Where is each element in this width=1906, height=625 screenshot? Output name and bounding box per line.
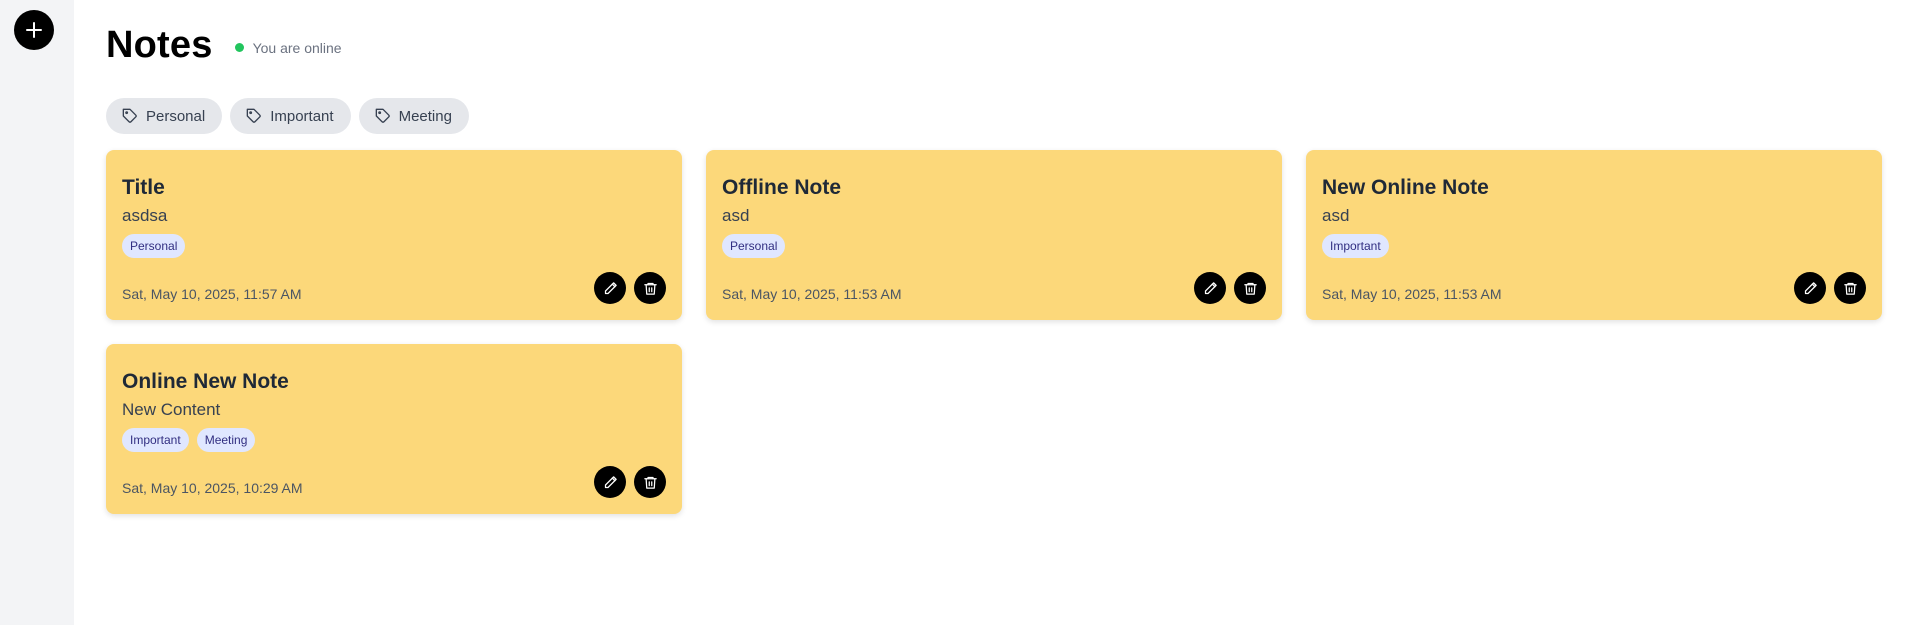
trash-icon — [643, 282, 657, 295]
filter-chip-label: Meeting — [398, 107, 452, 125]
filter-chip-important[interactable]: Important — [230, 98, 351, 134]
filter-chip-label: Personal — [146, 107, 206, 125]
edit-note-button[interactable] — [1794, 272, 1826, 304]
online-status: You are online — [234, 39, 342, 56]
note-content: asdsa — [122, 206, 168, 225]
pencil-icon — [1204, 281, 1217, 294]
note-card[interactable]: Title asdsa Personal Sat, May 10, 2025, … — [106, 150, 682, 320]
note-title: New Online Note — [1322, 176, 1489, 199]
note-title: Title — [122, 176, 165, 199]
main-content: Notes You are online Personal Important … — [74, 0, 1906, 625]
tag-filters: Personal Important Meeting — [106, 98, 469, 134]
note-tag: Important — [1322, 234, 1389, 258]
filter-chip-label: Important — [270, 107, 334, 125]
note-date: Sat, May 10, 2025, 11:53 AM — [1322, 286, 1502, 302]
status-text: You are online — [252, 39, 342, 56]
note-content: New Content — [122, 400, 221, 419]
note-card[interactable]: Online New Note New Content Important Me… — [106, 344, 682, 514]
note-card[interactable]: Offline Note asd Personal Sat, May 10, 2… — [706, 150, 1282, 320]
note-actions — [1194, 272, 1266, 304]
page-title: Notes — [106, 24, 213, 66]
pencil-icon — [604, 475, 617, 488]
note-tag: Meeting — [196, 428, 256, 452]
status-dot-icon — [234, 43, 244, 52]
note-tag: Personal — [122, 234, 186, 258]
note-date: Sat, May 10, 2025, 10:29 AM — [122, 480, 303, 496]
note-content: asd — [722, 206, 750, 225]
trash-icon — [1843, 282, 1857, 295]
delete-note-button[interactable] — [1234, 272, 1266, 304]
note-tags: Important — [1322, 234, 1866, 258]
note-title: Online New Note — [122, 370, 289, 393]
edit-note-button[interactable] — [1194, 272, 1226, 304]
edit-note-button[interactable] — [594, 272, 626, 304]
note-actions — [1794, 272, 1866, 304]
trash-icon — [643, 476, 657, 489]
sidebar — [0, 0, 74, 625]
pencil-icon — [604, 281, 617, 294]
filter-chip-meeting[interactable]: Meeting — [358, 98, 469, 134]
note-tags: Important Meeting — [122, 428, 666, 452]
filter-chip-personal[interactable]: Personal — [106, 98, 223, 134]
delete-note-button[interactable] — [634, 466, 666, 498]
add-note-button[interactable] — [14, 10, 54, 50]
tag-icon — [122, 108, 137, 123]
edit-note-button[interactable] — [594, 466, 626, 498]
tag-icon — [375, 108, 390, 123]
delete-note-button[interactable] — [634, 272, 666, 304]
note-title: Offline Note — [722, 176, 841, 199]
delete-note-button[interactable] — [1834, 272, 1866, 304]
plus-icon — [26, 22, 42, 38]
header: Notes You are online — [106, 24, 342, 67]
notes-grid: Title asdsa Personal Sat, May 10, 2025, … — [106, 150, 1882, 514]
note-actions — [594, 466, 666, 498]
note-actions — [594, 272, 666, 304]
note-date: Sat, May 10, 2025, 11:53 AM — [722, 286, 902, 302]
note-content: asd — [1322, 206, 1350, 225]
note-tag: Important — [122, 428, 189, 452]
note-tags: Personal — [122, 234, 666, 258]
note-card[interactable]: New Online Note asd Important Sat, May 1… — [1306, 150, 1882, 320]
pencil-icon — [1804, 281, 1817, 294]
tag-icon — [246, 108, 261, 123]
note-date: Sat, May 10, 2025, 11:57 AM — [122, 286, 302, 302]
note-tags: Personal — [722, 234, 1266, 258]
trash-icon — [1243, 282, 1257, 295]
note-tag: Personal — [722, 234, 786, 258]
